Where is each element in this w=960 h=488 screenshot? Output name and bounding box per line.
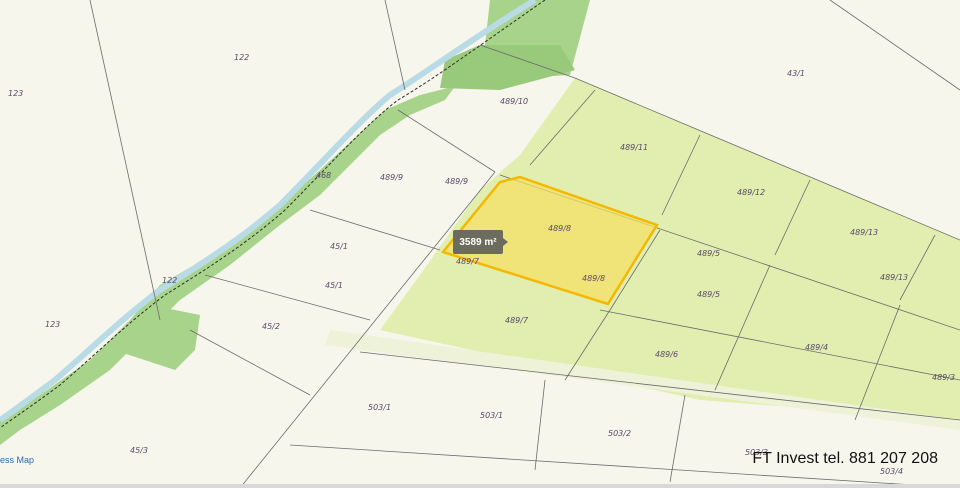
parcel-label[interactable]: 489/6 xyxy=(655,350,678,359)
parcel-label[interactable]: 45/1 xyxy=(325,281,343,290)
map-attribution-link[interactable]: ess Map xyxy=(0,455,34,465)
parcel-label[interactable]: 489/9 xyxy=(380,173,403,182)
parcel-label[interactable]: 489/11 xyxy=(620,143,648,152)
parcel-label[interactable]: 489/4 xyxy=(805,343,828,352)
parcel-label[interactable]: 489/3 xyxy=(932,373,955,382)
cadastral-map[interactable]: 123 122 122 468 123 489/10 489/9 489/9 4… xyxy=(0,0,960,488)
parcel-label[interactable]: 503/1 xyxy=(480,411,503,420)
parcel-label[interactable]: 489/5 xyxy=(697,249,720,258)
parcel-label[interactable]: 123 xyxy=(45,320,60,329)
contact-watermark: FT Invest tel. 881 207 208 xyxy=(752,450,938,467)
parcel-label[interactable]: 489/8 xyxy=(582,274,605,283)
area-measurement-badge: 3589 m² xyxy=(453,230,508,254)
bottom-scrollbar[interactable] xyxy=(0,484,960,488)
parcel-label[interactable]: 122 xyxy=(162,276,177,285)
parcel-label[interactable]: 122 xyxy=(234,53,249,62)
parcel-label[interactable]: 503/4 xyxy=(880,467,903,476)
parcel-label[interactable]: 123 xyxy=(8,89,23,98)
parcel-label[interactable]: 45/2 xyxy=(262,322,280,331)
parcel-label[interactable]: 489/7 xyxy=(456,257,480,266)
parcel-label[interactable]: 489/9 xyxy=(445,177,468,186)
parcel-label[interactable]: 489/13 xyxy=(850,228,878,237)
parcel-label[interactable]: 489/12 xyxy=(737,188,765,197)
parcel-label[interactable]: 489/5 xyxy=(697,290,720,299)
parcel-label[interactable]: 45/3 xyxy=(130,446,148,455)
parcel-label[interactable]: 503/2 xyxy=(608,429,631,438)
parcel-label[interactable]: 489/7 xyxy=(505,316,529,325)
parcel-label[interactable]: 489/10 xyxy=(500,97,528,106)
parcel-label[interactable]: 489/13 xyxy=(880,273,908,282)
parcel-label[interactable]: 489/8 xyxy=(548,224,571,233)
parcel-label[interactable]: 43/1 xyxy=(787,69,805,78)
parcel-label[interactable]: 503/1 xyxy=(368,403,391,412)
parcel-label[interactable]: 45/1 xyxy=(330,242,348,251)
parcel-label[interactable]: 468 xyxy=(316,171,331,180)
